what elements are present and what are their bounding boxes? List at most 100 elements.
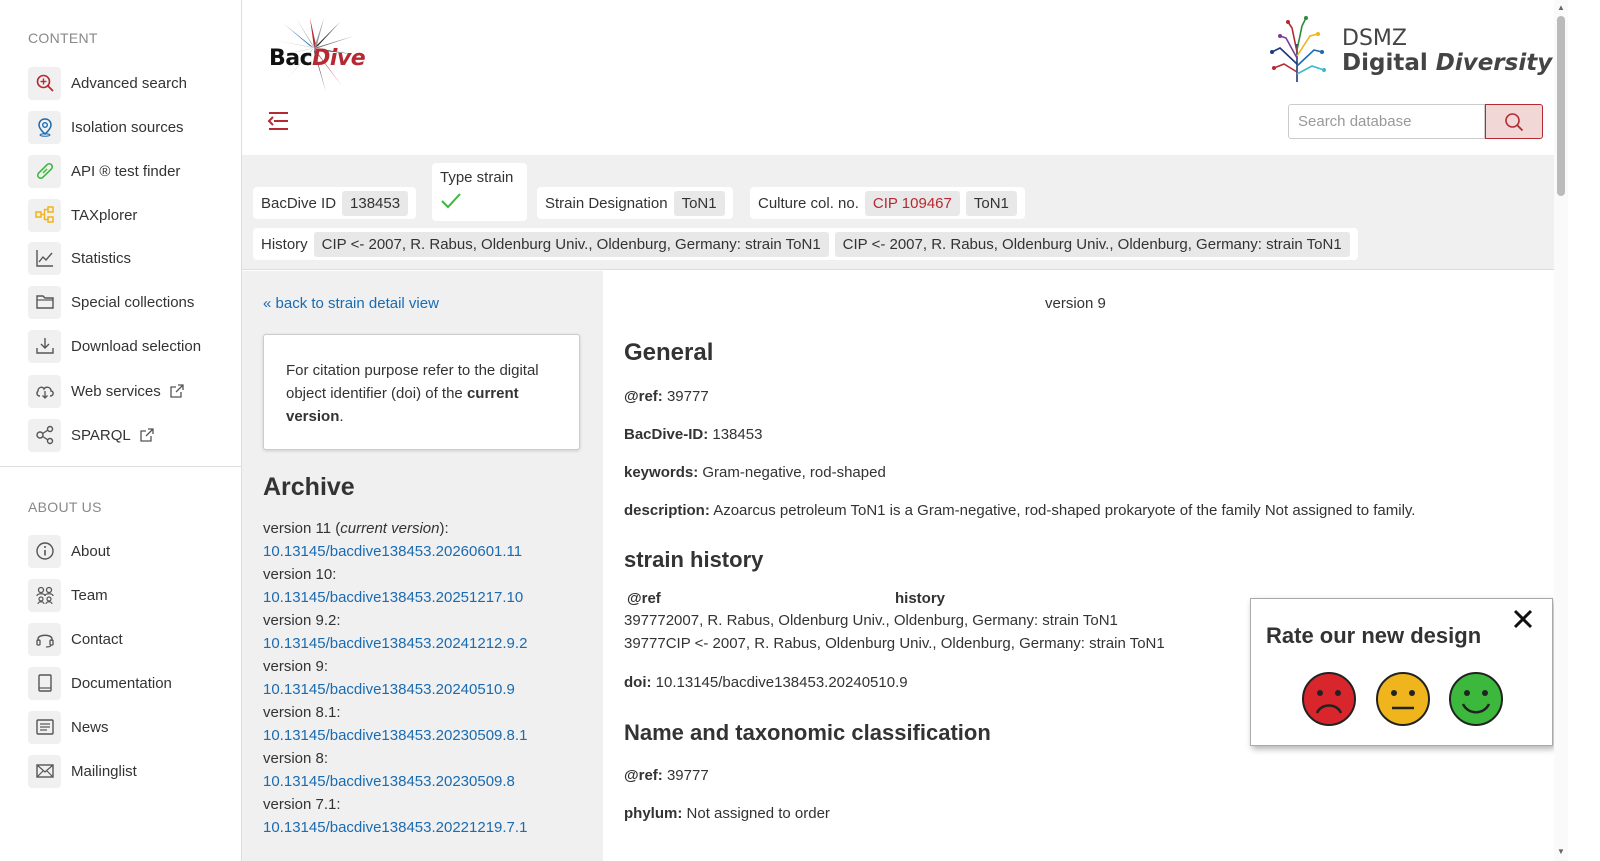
- search-input[interactable]: [1288, 104, 1485, 139]
- search-button[interactable]: [1485, 104, 1543, 139]
- sidebar-item-isolation-sources[interactable]: Isolation sources: [28, 110, 184, 144]
- header: BacDive DSMZ Digital Diversity Search da…: [242, 0, 1554, 155]
- history-entry: CIP <- 2007, R. Rabus, Oldenburg Univ., …: [834, 231, 1350, 257]
- sidebar-item-download-selection[interactable]: Download selection: [28, 329, 201, 363]
- scroll-down-icon[interactable]: ▼: [1557, 848, 1565, 856]
- archive-title: Archive: [263, 473, 355, 501]
- folder-icon: [28, 285, 61, 319]
- sidebar-item-sparql[interactable]: SPARQL: [28, 418, 155, 452]
- type-strain-label: Type strain: [440, 169, 514, 186]
- sidebar-item-advanced-search[interactable]: Advanced search: [28, 66, 187, 100]
- sidebar-item-label: Contact: [71, 630, 123, 648]
- culture-col-label: Culture col. no.: [758, 194, 859, 212]
- sidebar-item-label: Statistics: [71, 249, 132, 267]
- version-list: version 11 (current version): 10.13145/b…: [263, 517, 593, 839]
- info-icon: [28, 534, 61, 568]
- version-label: version 11 (current version):: [263, 520, 449, 537]
- sidebar-divider: [0, 466, 241, 467]
- history-entry: CIP <- 2007, R. Rabus, Oldenburg Univ., …: [313, 231, 829, 257]
- scroll-up-icon[interactable]: ▲: [1557, 4, 1565, 12]
- history-box: History CIP <- 2007, R. Rabus, Oldenburg…: [253, 228, 1358, 260]
- team-icon: [28, 578, 61, 612]
- sidebar-item-label: Special collections: [71, 293, 195, 311]
- sidebar-item-team[interactable]: Team: [28, 578, 108, 612]
- sidebar-item-taxplorer[interactable]: TAXplorer: [28, 198, 137, 232]
- sidebar-item-label: Isolation sources: [71, 118, 184, 136]
- sidebar-item-label: TAXplorer: [71, 206, 138, 224]
- headset-icon: [28, 622, 61, 656]
- happy-face-icon[interactable]: [1448, 671, 1504, 727]
- version-label: version 8:: [263, 750, 329, 767]
- menu-collapse-icon[interactable]: [266, 110, 290, 132]
- strain-designation-box: Strain Designation ToN1: [537, 187, 733, 219]
- culture-col-cip-link[interactable]: CIP 109467: [864, 190, 960, 216]
- strain-history-heading: strain history: [624, 547, 764, 572]
- download-icon: [28, 329, 61, 363]
- scroll-thumb[interactable]: [1557, 16, 1565, 196]
- version-doi-link[interactable]: 10.13145/bacdive138453.20221219.7.1: [263, 816, 593, 839]
- bacdive-logo-text: BacDive: [269, 46, 366, 71]
- sidebar-item-label: Web services: [71, 382, 161, 400]
- search-bar: [1288, 104, 1543, 139]
- sidebar-item-statistics[interactable]: Statistics: [28, 241, 131, 275]
- page-scrollbar[interactable]: ▲ ▼: [1554, 0, 1568, 861]
- citation-note: For citation purpose refer to the digita…: [263, 334, 580, 450]
- sidebar-item-about[interactable]: About: [28, 534, 110, 568]
- culture-col-ton1: ToN1: [965, 190, 1017, 216]
- version-label: version 9:: [263, 658, 329, 675]
- general-heading: General: [624, 339, 714, 366]
- version-doi-link[interactable]: 10.13145/bacdive138453.20251217.10: [263, 586, 593, 609]
- sidebar-item-label: Documentation: [71, 674, 172, 692]
- sidebar-item-documentation[interactable]: Documentation: [28, 666, 172, 700]
- dsmz-logo-bottom: Digital Diversity: [1342, 50, 1553, 76]
- sidebar-item-label: News: [71, 718, 109, 736]
- about-section-title: ABOUT US: [28, 499, 102, 515]
- version-label: version 7.1:: [263, 796, 341, 813]
- bacdive-id-value: 138453: [342, 190, 409, 216]
- strain-designation-value: ToN1: [673, 190, 725, 216]
- taxonomy-heading: Name and taxonomic classification: [624, 720, 991, 745]
- version-label: version 8.1:: [263, 704, 341, 721]
- taxonomy-ref-field: @ref: 39777: [624, 767, 709, 784]
- version-label: version 9.2:: [263, 612, 341, 629]
- back-to-strain-link[interactable]: « back to strain detail view: [263, 295, 439, 312]
- type-strain-box: Type strain: [432, 163, 527, 221]
- close-icon[interactable]: [1511, 607, 1535, 631]
- rating-title: Rate our new design: [1266, 623, 1482, 648]
- sidebar: CONTENT Advanced search Isolation source…: [0, 0, 242, 861]
- version-doi-link[interactable]: 10.13145/bacdive138453.20230509.8: [263, 770, 593, 793]
- version-doi-link[interactable]: 10.13145/bacdive138453.20230509.8.1: [263, 724, 593, 747]
- neutral-face-icon[interactable]: [1375, 671, 1431, 727]
- strain-info-bar: BacDive ID 138453 Type strain Strain Des…: [242, 155, 1554, 270]
- dsmz-logo[interactable]: DSMZ Digital Diversity: [1262, 14, 1552, 84]
- history-label: History: [261, 235, 308, 253]
- sidebar-item-label: Download selection: [71, 337, 202, 355]
- mail-icon: [28, 754, 61, 788]
- table-row: 39777CIP <- 2007, R. Rabus, Oldenburg Un…: [624, 635, 1165, 652]
- version-doi-link[interactable]: 10.13145/bacdive138453.20260601.11: [263, 540, 593, 563]
- culture-col-box: Culture col. no. CIP 109467 ToN1: [750, 187, 1025, 219]
- doi-field: doi: 10.13145/bacdive138453.20240510.9: [624, 674, 908, 691]
- sidebar-item-mailinglist[interactable]: Mailinglist: [28, 754, 137, 788]
- archive-panel: « back to strain detail view For citatio…: [242, 271, 603, 861]
- sidebar-item-label: API ® test finder: [71, 162, 181, 180]
- sad-face-icon[interactable]: [1301, 671, 1357, 727]
- sidebar-item-special-collections[interactable]: Special collections: [28, 285, 194, 319]
- bacdive-id-label: BacDive ID: [261, 194, 337, 212]
- history-col-history: history: [895, 590, 946, 607]
- bacdive-logo[interactable]: BacDive: [264, 10, 366, 92]
- version-doi-link[interactable]: 10.13145/bacdive138453.20241212.9.2: [263, 632, 593, 655]
- version-doi-link[interactable]: 10.13145/bacdive138453.20240510.9: [263, 678, 593, 701]
- sidebar-item-web-services[interactable]: Web services: [28, 374, 185, 408]
- sidebar-item-news[interactable]: News: [28, 710, 109, 744]
- sidebar-item-contact[interactable]: Contact: [28, 622, 123, 656]
- dsmz-tree-icon: [1270, 16, 1326, 82]
- version-label: version 10:: [263, 566, 337, 583]
- ref-field: @ref: 39777: [624, 388, 709, 405]
- history-col-ref: @ref: [627, 590, 661, 607]
- newspaper-icon: [28, 710, 61, 744]
- sidebar-item-api-test-finder[interactable]: API ® test finder: [28, 154, 180, 188]
- sidebar-item-label: Advanced search: [71, 74, 187, 92]
- share-nodes-icon: [28, 418, 61, 452]
- external-link-icon: [140, 428, 154, 442]
